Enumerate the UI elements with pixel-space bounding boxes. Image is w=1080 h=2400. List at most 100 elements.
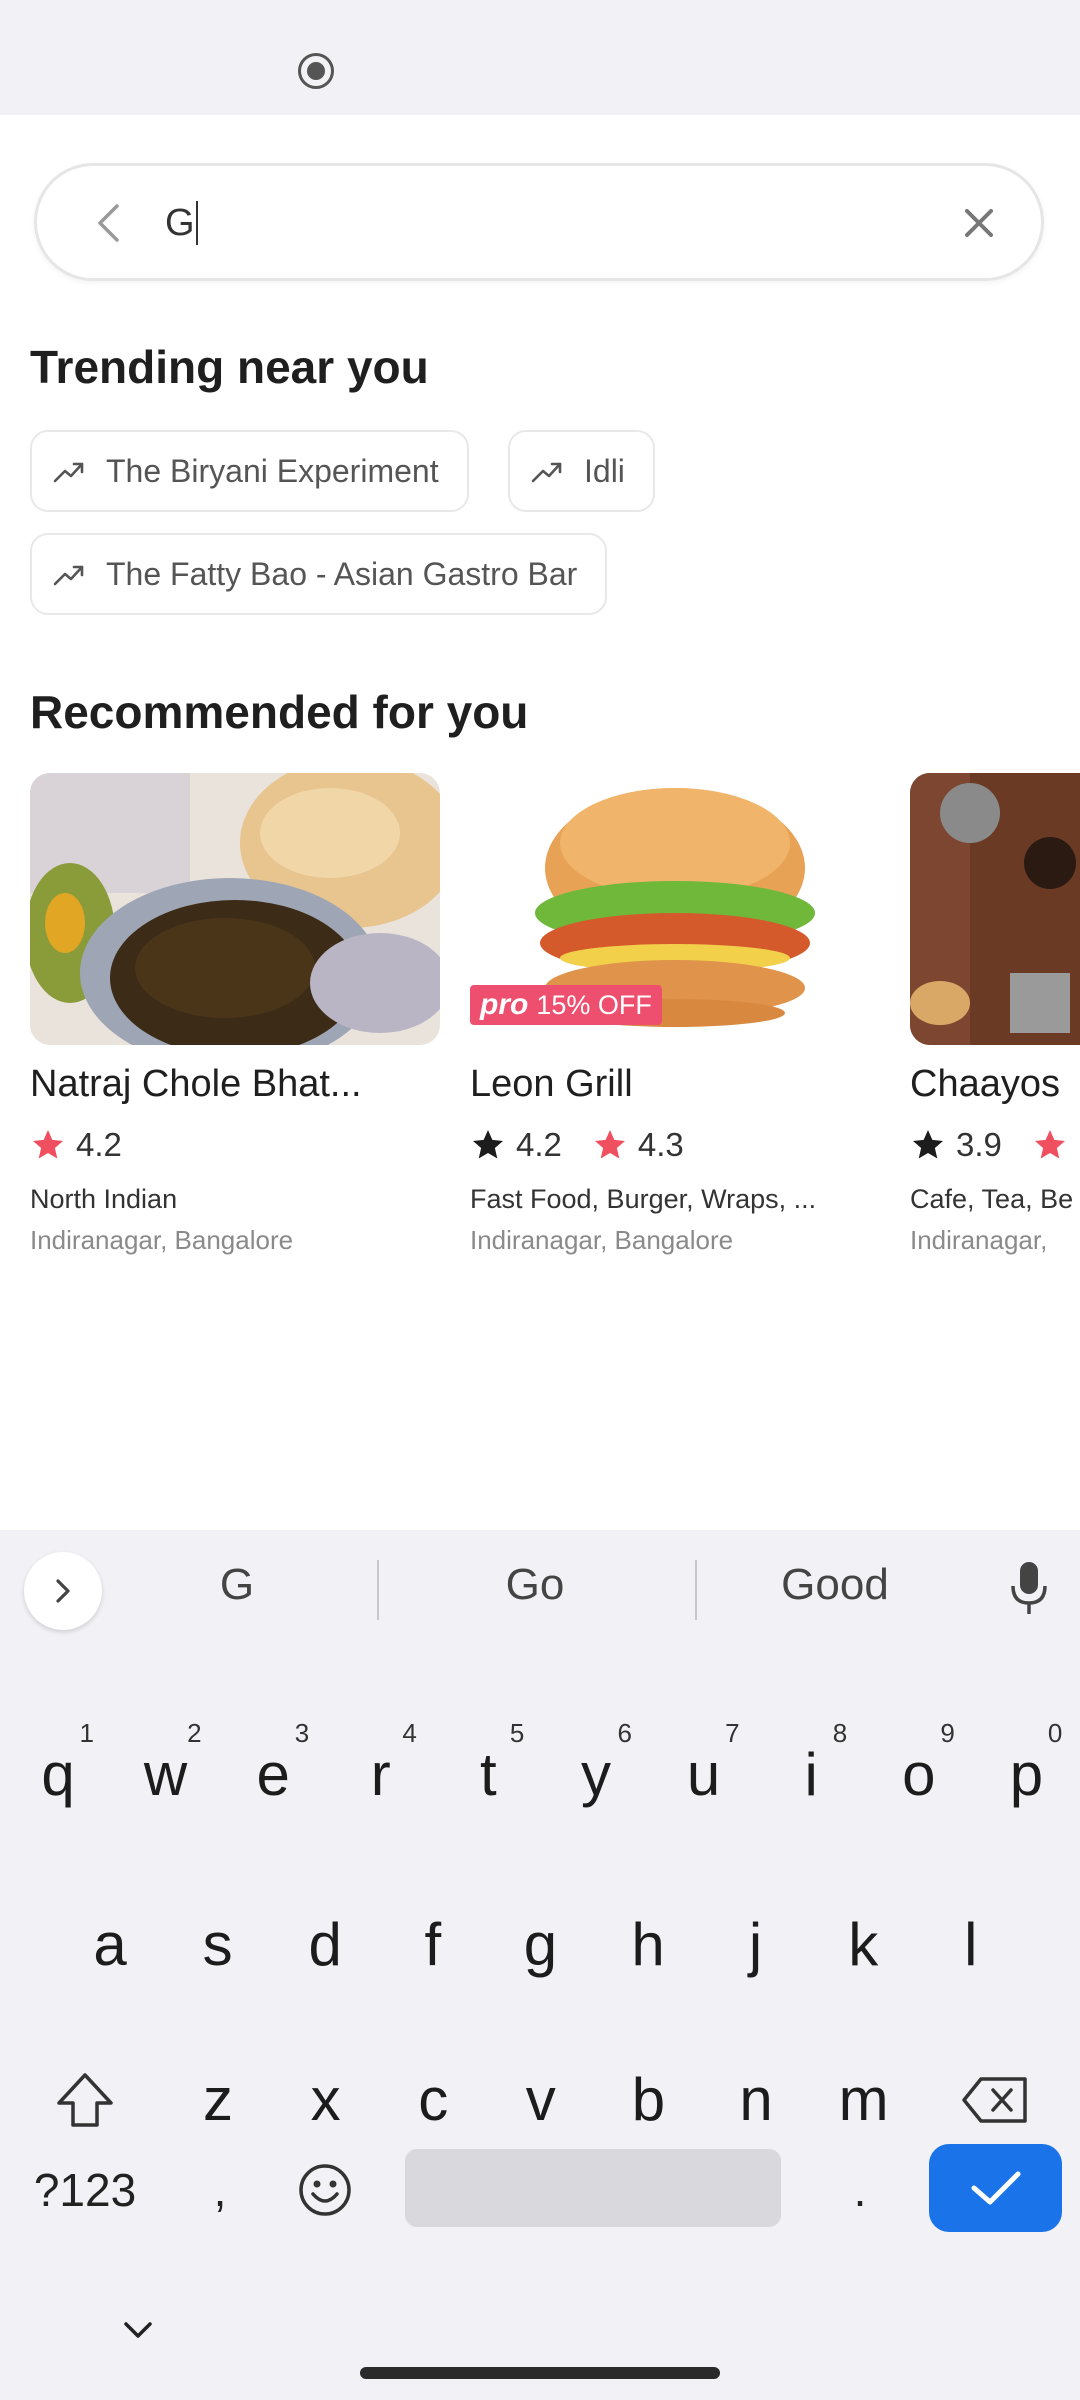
key-number-hint: 0 — [1047, 1718, 1063, 1748]
search-input-value: G — [165, 202, 195, 244]
chevron-down-icon — [124, 2322, 152, 2338]
restaurant-image: pro 15% OFF — [470, 773, 880, 1045]
key-o[interactable]: o9 — [865, 1710, 973, 1840]
screen-record-icon — [298, 53, 334, 89]
key-label: m — [838, 2066, 889, 2133]
chip-label: The Fatty Bao - Asian Gastro Bar — [106, 555, 578, 592]
key-u[interactable]: u7 — [650, 1710, 758, 1840]
restaurant-card-natraj[interactable]: Natraj Chole Bhat... 4.2 North Indian In… — [30, 773, 440, 1256]
key-b[interactable]: b — [594, 2035, 702, 2165]
trending-title: Trending near you — [30, 341, 429, 393]
backspace-key[interactable] — [950, 2040, 1040, 2160]
search-bar[interactable]: G — [34, 163, 1044, 281]
key-c[interactable]: c — [379, 2035, 487, 2165]
comma-key[interactable]: , — [190, 2140, 250, 2240]
key-label: f — [424, 1911, 442, 1978]
key-y[interactable]: y6 — [542, 1710, 650, 1840]
key-label: h — [631, 1911, 665, 1978]
key-i[interactable]: i8 — [757, 1710, 865, 1840]
recommended-title: Recommended for you — [30, 686, 529, 738]
key-n[interactable]: n — [702, 2035, 810, 2165]
key-t[interactable]: t5 — [434, 1710, 542, 1840]
key-number-hint: 7 — [725, 1718, 740, 1748]
period-key[interactable]: . — [830, 2140, 890, 2240]
suggestion-1[interactable]: G — [137, 1560, 337, 1610]
checkmark-icon — [971, 2171, 1020, 2205]
hide-keyboard-key[interactable] — [120, 2310, 156, 2350]
microphone-icon[interactable] — [1004, 1558, 1054, 1618]
rating-value: 4.2 — [516, 1126, 562, 1163]
key-p[interactable]: p0 — [972, 1710, 1080, 1840]
symbols-key[interactable]: ?123 — [20, 2140, 150, 2240]
offer-badge: pro 15% OFF — [470, 985, 662, 1025]
key-label: b — [631, 2066, 666, 2133]
key-number-hint: 5 — [509, 1718, 525, 1748]
key-l[interactable]: l — [917, 1880, 1025, 2010]
key-label: z — [203, 2066, 233, 2133]
dining-rating: 4.2 — [30, 1126, 122, 1164]
suggestion-2[interactable]: Go — [435, 1560, 635, 1610]
keyboard: q1w2e3r4t5y6u7i8o9p0 asdfghjkl zxcvbnm ?… — [0, 1650, 1080, 2400]
key-number-hint: 6 — [617, 1718, 632, 1748]
trending-chip-biryani-experiment[interactable]: The Biryani Experiment — [30, 430, 469, 512]
backspace-icon — [962, 2077, 1027, 2123]
key-label: y — [581, 1741, 611, 1808]
key-f[interactable]: f — [379, 1880, 487, 2010]
key-k[interactable]: k — [809, 1880, 917, 2010]
key-label: x — [310, 2066, 341, 2133]
key-label: j — [748, 1911, 763, 1978]
cuisine-text: Fast Food, Burger, Wraps, ... — [470, 1184, 817, 1214]
restaurant-card-chaayos[interactable]: Chaayos 3.9 Cafe, Tea, Be Indiranagar, — [910, 773, 1080, 1256]
trending-chip-fatty-bao[interactable]: The Fatty Bao - Asian Gastro Bar — [30, 533, 608, 615]
star-icon — [913, 1130, 943, 1159]
keyboard-expand-button[interactable] — [24, 1552, 102, 1630]
key-d[interactable]: d — [271, 1880, 379, 2010]
suggestion-3[interactable]: Good — [735, 1560, 935, 1610]
key-j[interactable]: j — [702, 1880, 810, 2010]
key-s[interactable]: s — [164, 1880, 272, 2010]
key-a[interactable]: a — [56, 1880, 164, 2010]
key-number-hint: 4 — [402, 1718, 417, 1748]
restaurant-name: Natraj Chole Bhat... — [30, 1063, 362, 1105]
cuisine-text: Cafe, Tea, Be — [910, 1184, 1074, 1214]
search-input[interactable]: G — [165, 198, 198, 248]
enter-key[interactable] — [929, 2144, 1062, 2232]
status-bar — [0, 0, 1080, 115]
emoji-key[interactable] — [290, 2140, 360, 2240]
chevron-right-icon — [56, 1579, 70, 1603]
key-g[interactable]: g — [486, 1880, 594, 2010]
keyboard-suggestion-bar: G Go Good — [0, 1530, 1080, 1650]
key-h[interactable]: h — [594, 1880, 702, 2010]
ratings-row: 4.2 — [30, 1126, 440, 1164]
key-e[interactable]: e3 — [219, 1710, 327, 1840]
key-label: k — [848, 1911, 879, 1978]
key-number-hint: 8 — [832, 1718, 848, 1748]
restaurant-card-leon-grill[interactable]: pro 15% OFF Leon Grill 4.2 4.3 Fast Food… — [470, 773, 880, 1256]
key-number-hint: 9 — [940, 1718, 955, 1748]
key-q[interactable]: q1 — [4, 1710, 112, 1840]
suggestion-divider — [377, 1560, 379, 1620]
key-v[interactable]: v — [487, 2035, 595, 2165]
key-label: l — [964, 1911, 978, 1978]
space-key[interactable] — [405, 2149, 781, 2227]
key-w[interactable]: w2 — [112, 1710, 220, 1840]
key-label: e — [256, 1741, 290, 1808]
restaurant-image — [910, 773, 1080, 1045]
rating-value: 3.9 — [956, 1126, 1002, 1163]
star-icon — [33, 1130, 63, 1159]
key-label: n — [739, 2066, 773, 2133]
delivery-rating: 3.9 — [910, 1126, 1002, 1164]
back-arrow-icon[interactable] — [85, 198, 135, 248]
key-number-hint: 2 — [187, 1718, 202, 1748]
close-icon[interactable] — [957, 201, 1001, 245]
rating-value: 4.2 — [76, 1126, 122, 1163]
key-r[interactable]: r4 — [327, 1710, 435, 1840]
text-cursor — [195, 201, 198, 245]
location-text: Indiranagar, — [910, 1225, 1048, 1255]
key-number-hint: 1 — [79, 1718, 94, 1748]
star-icon — [1034, 1130, 1065, 1159]
pro-label: pro — [480, 988, 529, 1021]
gesture-navigation-bar[interactable] — [360, 2367, 720, 2379]
key-label: c — [418, 2066, 449, 2133]
trending-chip-idli[interactable]: Idli — [508, 430, 655, 512]
